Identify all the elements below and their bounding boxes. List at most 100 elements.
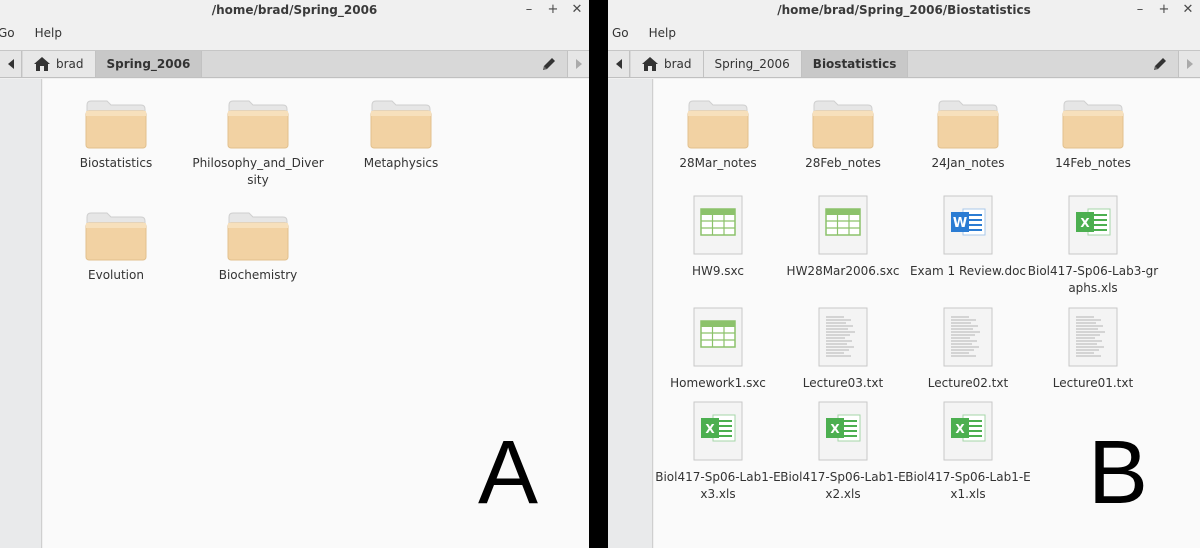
item-label: Biol417-Sp06-Lab1-Ex3.xls: [655, 470, 781, 501]
panel-label-a: A: [478, 423, 539, 523]
item-label: Evolution: [88, 268, 144, 282]
item-label: Lecture01.txt: [1052, 376, 1134, 390]
breadcrumb-label: Spring_2006: [714, 57, 790, 71]
back-button[interactable]: [608, 51, 630, 77]
svg-text:X: X: [705, 422, 715, 436]
item-label: HW9.sxc: [691, 264, 745, 278]
text-file-icon: [943, 307, 993, 367]
file-item[interactable]: W Exam 1 Review.doc: [898, 187, 1038, 280]
spreadsheet-icon: [693, 307, 743, 367]
window-title: /home/brad/Spring_2006: [211, 3, 378, 17]
folder-item[interactable]: 14Feb_notes: [1023, 75, 1163, 172]
svg-text:W: W: [953, 216, 967, 231]
folder-icon: [370, 100, 432, 149]
menu-help[interactable]: Help: [35, 26, 62, 40]
folder-item[interactable]: 28Feb_notes: [773, 75, 913, 172]
breadcrumb-item-spring-2006[interactable]: Spring_2006: [95, 51, 203, 77]
text-file-icon: [818, 307, 868, 367]
location-toolbar: brad Spring_2006 Biostatistics: [608, 50, 1200, 78]
chevron-right-icon: [1186, 59, 1193, 69]
folder-item[interactable]: Biochemistry: [188, 187, 328, 284]
file-item[interactable]: HW28Mar2006.sxc: [773, 187, 913, 280]
location-toolbar: brad Spring_2006: [0, 50, 589, 78]
file-item[interactable]: Lecture02.txt: [898, 299, 1038, 392]
breadcrumb: brad Spring_2006 Biostatistics: [631, 51, 909, 77]
maximize-icon[interactable]: +: [547, 2, 559, 18]
item-label: 28Mar_notes: [679, 156, 757, 170]
file-item[interactable]: Lecture03.txt: [773, 299, 913, 392]
item-label: 14Feb_notes: [1055, 156, 1131, 170]
close-icon[interactable]: ✕: [571, 2, 583, 18]
chevron-right-icon: [575, 59, 582, 69]
breadcrumb-label: Spring_2006: [106, 57, 191, 71]
breadcrumb-item-brad[interactable]: brad: [631, 51, 704, 77]
folder-item[interactable]: Metaphysics: [331, 75, 471, 172]
item-label: Lecture03.txt: [802, 376, 884, 390]
item-label: Biol417-Sp06-Lab1-Ex1.xls: [905, 470, 1031, 501]
folder-item[interactable]: Biostatistics: [46, 75, 186, 172]
spreadsheet-icon: [693, 195, 743, 255]
panel-label-b: B: [1088, 423, 1149, 523]
breadcrumb: brad Spring_2006: [23, 51, 203, 77]
item-label: Lecture02.txt: [927, 376, 1009, 390]
text-file-icon: [1068, 307, 1118, 367]
item-label: Homework1.sxc: [670, 376, 766, 390]
file-item[interactable]: Lecture01.txt: [1023, 299, 1163, 392]
side-pane: [608, 79, 653, 548]
svg-text:X: X: [1080, 216, 1090, 230]
folder-item[interactable]: 28Mar_notes: [648, 75, 788, 172]
folder-item[interactable]: Evolution: [46, 187, 186, 284]
svg-text:X: X: [830, 422, 840, 436]
home-icon: [34, 57, 50, 71]
pencil-icon[interactable]: [541, 56, 557, 72]
menu-help[interactable]: Help: [649, 26, 676, 40]
chevron-left-icon: [615, 59, 622, 69]
folder-icon: [937, 100, 999, 149]
title-bar[interactable]: /home/brad/Spring_2006/Biostatistics – +…: [608, 0, 1200, 22]
folder-icon: [687, 100, 749, 149]
folder-icon: [1062, 100, 1124, 149]
item-label: Exam 1 Review.doc: [909, 264, 1027, 278]
word-document-icon: W: [943, 195, 993, 255]
folder-item[interactable]: Philosophy_and_Diversity: [188, 75, 328, 189]
close-icon[interactable]: ✕: [1182, 2, 1194, 18]
file-item[interactable]: X Biol417-Sp06-Lab1-Ex1.xls: [898, 393, 1038, 503]
menu-go[interactable]: Go: [612, 26, 629, 40]
minimize-icon[interactable]: –: [523, 2, 535, 18]
excel-spreadsheet-icon: X: [693, 401, 743, 461]
excel-spreadsheet-icon: X: [1068, 195, 1118, 255]
item-label: Philosophy_and_Diversity: [192, 156, 324, 187]
minimize-icon[interactable]: –: [1134, 2, 1146, 18]
item-label: Biochemistry: [218, 268, 298, 282]
pencil-icon[interactable]: [1152, 56, 1168, 72]
file-item[interactable]: HW9.sxc: [648, 187, 788, 280]
item-label: 24Jan_notes: [931, 156, 1005, 170]
chevron-left-icon: [7, 59, 14, 69]
file-item[interactable]: X Biol417-Sp06-Lab3-graphs.xls: [1023, 187, 1163, 297]
forward-button[interactable]: [1178, 51, 1200, 77]
breadcrumb-item-brad[interactable]: brad: [23, 51, 96, 77]
excel-spreadsheet-icon: X: [818, 401, 868, 461]
breadcrumb-label: brad: [664, 57, 692, 71]
svg-text:X: X: [955, 422, 965, 436]
folder-icon: [227, 100, 289, 149]
back-button[interactable]: [0, 51, 22, 77]
title-bar[interactable]: /home/brad/Spring_2006 – + ✕: [0, 0, 589, 22]
folder-icon: [227, 212, 289, 261]
menu-go[interactable]: Go: [0, 26, 15, 40]
file-item[interactable]: Homework1.sxc: [648, 299, 788, 392]
item-label: Biol417-Sp06-Lab3-graphs.xls: [1027, 264, 1159, 295]
breadcrumb-item-biostatistics[interactable]: Biostatistics: [801, 51, 909, 77]
forward-button[interactable]: [567, 51, 589, 77]
window-title: /home/brad/Spring_2006/Biostatistics: [777, 3, 1031, 17]
folder-icon: [85, 212, 147, 261]
file-item[interactable]: X Biol417-Sp06-Lab1-Ex2.xls: [773, 393, 913, 503]
maximize-icon[interactable]: +: [1158, 2, 1170, 18]
item-label: Biol417-Sp06-Lab1-Ex2.xls: [780, 470, 906, 501]
file-item[interactable]: X Biol417-Sp06-Lab1-Ex3.xls: [648, 393, 788, 503]
home-icon: [642, 57, 658, 71]
folder-item[interactable]: 24Jan_notes: [898, 75, 1038, 172]
breadcrumb-item-spring-2006[interactable]: Spring_2006: [703, 51, 802, 77]
item-label: Biostatistics: [79, 156, 153, 170]
menu-bar: Go Help: [612, 22, 1200, 44]
